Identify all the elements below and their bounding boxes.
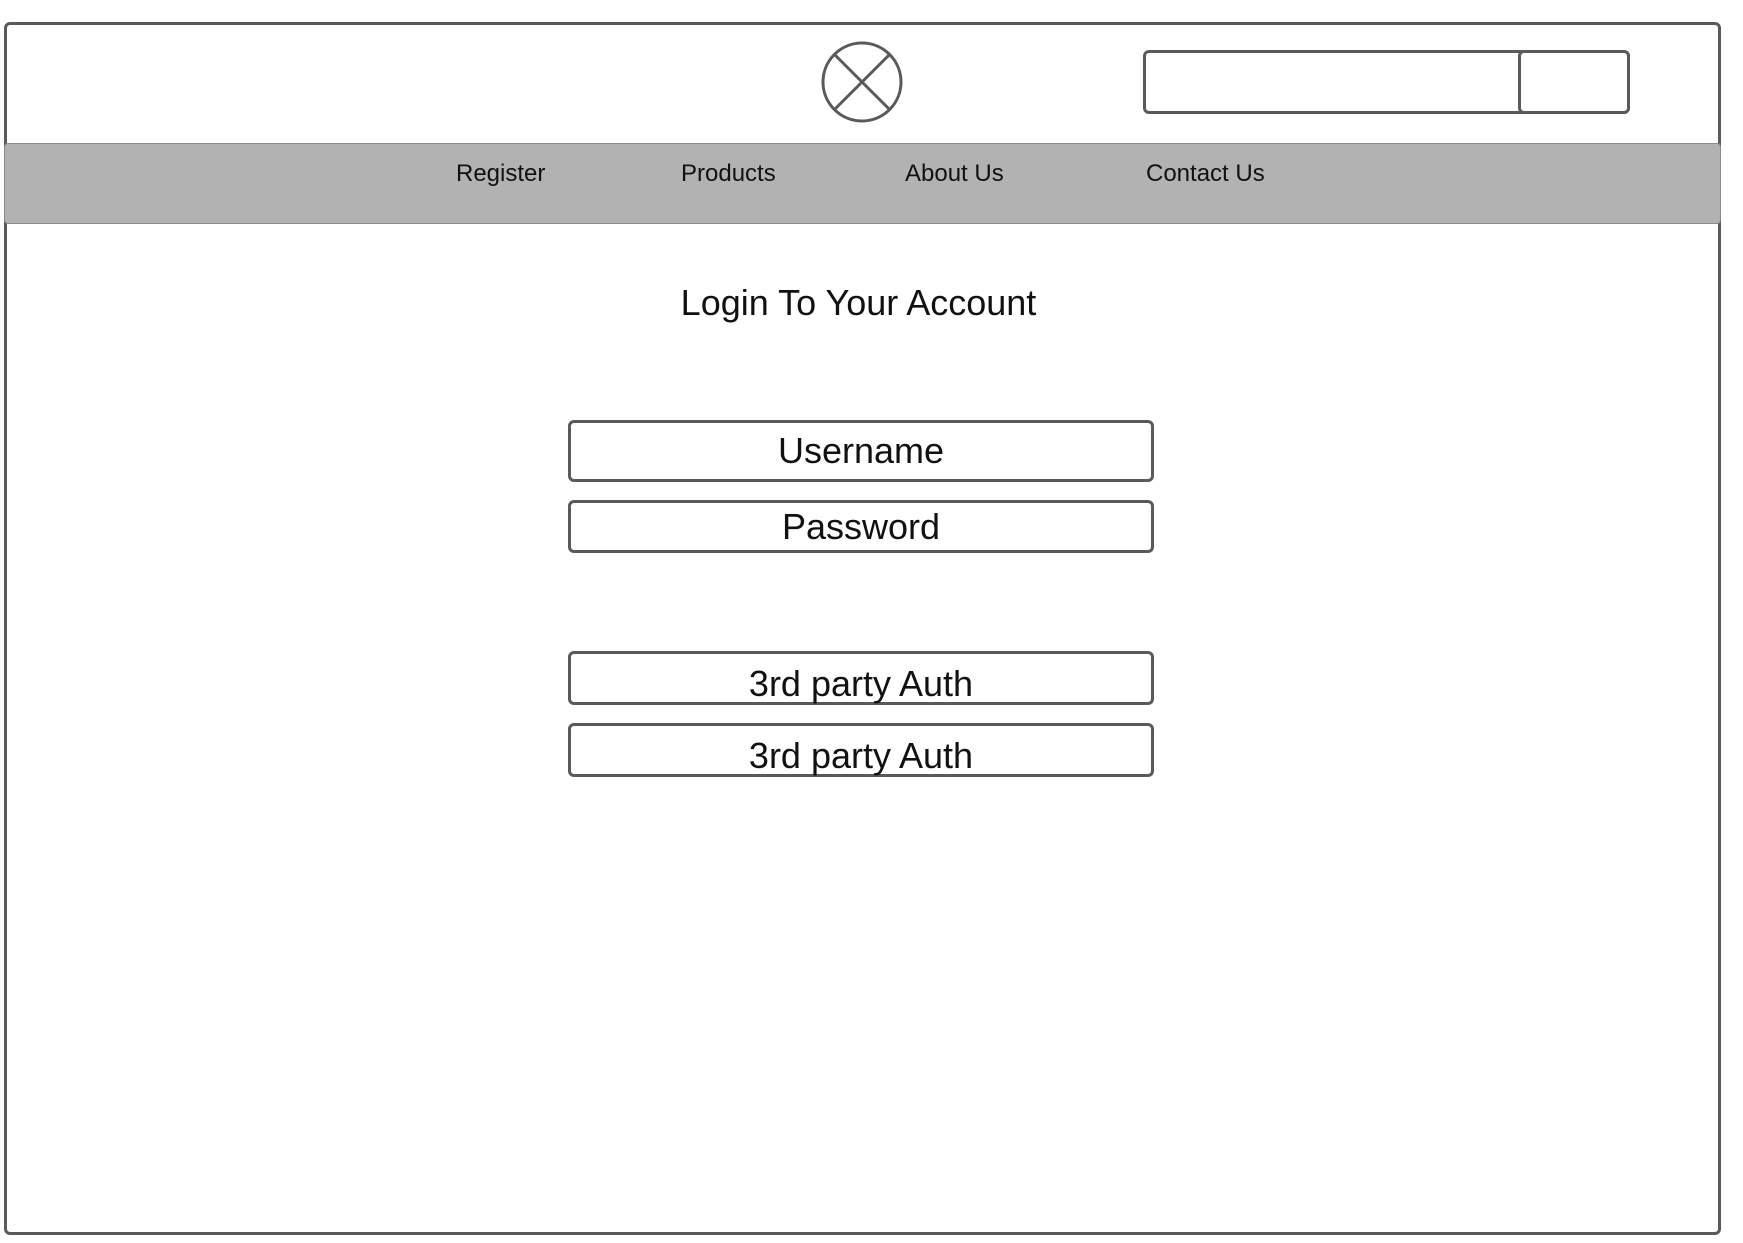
third-party-auth-button-2[interactable]: 3rd party Auth [568,723,1154,777]
logo-placeholder-icon [821,41,903,123]
search-button[interactable] [1518,50,1630,114]
nav-item-about-us[interactable]: About Us [905,160,1004,188]
search-bar [1143,50,1630,114]
page-title: Login To Your Account [680,282,1037,323]
nav-item-contact-us[interactable]: Contact Us [1146,160,1265,188]
nav-item-register[interactable]: Register [456,160,545,188]
password-input[interactable] [571,503,1151,550]
username-field-box [568,420,1154,482]
nav-item-products[interactable]: Products [681,160,776,188]
password-field-box [568,500,1154,553]
search-input[interactable] [1146,53,1518,111]
username-input[interactable] [571,423,1151,479]
main-navigation-bar: Register Products About Us Contact Us [4,143,1721,224]
third-party-auth-button-1[interactable]: 3rd party Auth [568,651,1154,705]
